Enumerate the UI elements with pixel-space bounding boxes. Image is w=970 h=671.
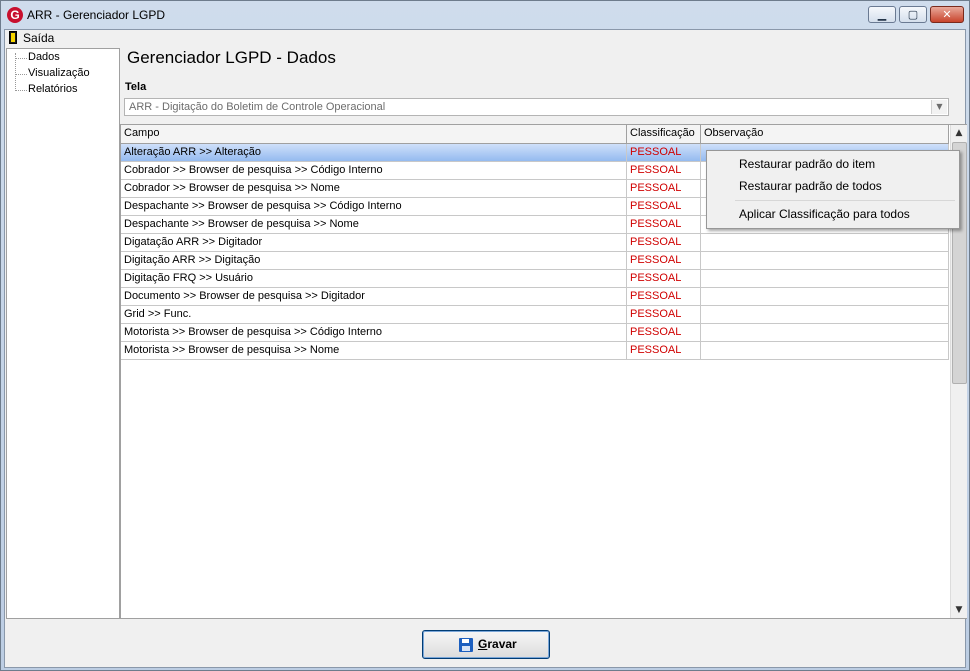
cell-classificacao[interactable]: PESSOAL [627, 180, 701, 198]
cell-campo[interactable]: Cobrador >> Browser de pesquisa >> Nome [121, 180, 627, 198]
maximize-button[interactable]: ▢ [899, 6, 927, 23]
table-row[interactable]: Digatação ARR >> Digitador PESSOAL [121, 234, 949, 252]
menu-exit-label: Saída [23, 31, 55, 45]
table-row[interactable]: Digitação ARR >> Digitação PESSOAL [121, 252, 949, 270]
cell-classificacao[interactable]: PESSOAL [627, 342, 701, 360]
cell-classificacao[interactable]: PESSOAL [627, 306, 701, 324]
cell-classificacao[interactable]: PESSOAL [627, 288, 701, 306]
tree-branch [15, 74, 27, 75]
sidebar-item-label: Visualização [28, 67, 90, 79]
minimize-button[interactable]: ▁ [868, 6, 896, 23]
table-row[interactable]: Motorista >> Browser de pesquisa >> Códi… [121, 324, 949, 342]
cell-campo[interactable]: Despachante >> Browser de pesquisa >> Có… [121, 198, 627, 216]
context-menu-separator [735, 200, 955, 201]
table-row[interactable]: Motorista >> Browser de pesquisa >> Nome… [121, 342, 949, 360]
cell-classificacao[interactable]: PESSOAL [627, 144, 701, 162]
table-row[interactable]: Digitação FRQ >> Usuário PESSOAL [121, 270, 949, 288]
tree-branch [15, 90, 27, 91]
cell-campo[interactable]: Motorista >> Browser de pesquisa >> Códi… [121, 324, 627, 342]
cell-campo[interactable]: Digitação ARR >> Digitação [121, 252, 627, 270]
app-logo-icon: G [7, 7, 23, 23]
context-menu-item-apply-all[interactable]: Aplicar Classificação para todos [739, 207, 910, 221]
grid-header: Campo Classificação Observação [121, 125, 949, 144]
page-title: Gerenciador LGPD - Dados [127, 48, 336, 67]
save-button[interactable]: Gravar [422, 630, 550, 659]
column-header-observacao[interactable]: Observação [701, 125, 949, 143]
cell-classificacao[interactable]: PESSOAL [627, 198, 701, 216]
cell-observacao[interactable] [701, 306, 949, 324]
context-menu-item-restore-item[interactable]: Restaurar padrão do item [739, 157, 875, 171]
cell-classificacao[interactable]: PESSOAL [627, 216, 701, 234]
context-menu: Restaurar padrão do item Restaurar padrã… [706, 150, 960, 229]
table-row[interactable]: Grid >> Func. PESSOAL [121, 306, 949, 324]
cell-observacao[interactable] [701, 270, 949, 288]
cell-observacao[interactable] [701, 252, 949, 270]
floppy-disk-icon [459, 638, 473, 652]
cell-observacao[interactable] [701, 234, 949, 252]
save-label-accelerator: G [478, 637, 488, 651]
close-button[interactable]: ✕ [930, 6, 964, 23]
cell-classificacao[interactable]: PESSOAL [627, 252, 701, 270]
window-title: ARR - Gerenciador LGPD [27, 8, 166, 22]
cell-campo[interactable]: Digitação FRQ >> Usuário [121, 270, 627, 288]
tela-select-value: ARR - Digitação do Boletim de Controle O… [129, 101, 386, 113]
cell-observacao[interactable] [701, 288, 949, 306]
column-header-campo[interactable]: Campo [121, 125, 627, 143]
cell-observacao[interactable] [701, 342, 949, 360]
menu-bar: Saída [5, 30, 965, 46]
cell-classificacao[interactable]: PESSOAL [627, 234, 701, 252]
client-area: Saída Dados Visualização Relatórios Gere… [4, 29, 967, 668]
cell-campo[interactable]: Alteração ARR >> Alteração [121, 144, 627, 162]
cell-campo[interactable]: Grid >> Func. [121, 306, 627, 324]
tree-branch [15, 58, 27, 59]
sidebar-item-label: Dados [28, 51, 60, 63]
cell-campo[interactable]: Despachante >> Browser de pesquisa >> No… [121, 216, 627, 234]
cell-campo[interactable]: Documento >> Browser de pesquisa >> Digi… [121, 288, 627, 306]
cell-classificacao[interactable]: PESSOAL [627, 162, 701, 180]
exit-door-icon [9, 31, 17, 44]
cell-campo[interactable]: Cobrador >> Browser de pesquisa >> Códig… [121, 162, 627, 180]
sidebar-item-label: Relatórios [28, 83, 78, 95]
cell-classificacao[interactable]: PESSOAL [627, 270, 701, 288]
tela-label: Tela [125, 81, 147, 93]
chevron-down-icon[interactable]: ▼ [931, 100, 947, 114]
table-row[interactable]: Documento >> Browser de pesquisa >> Digi… [121, 288, 949, 306]
save-button-label: Gravar [478, 637, 517, 651]
cell-classificacao[interactable]: PESSOAL [627, 324, 701, 342]
app-window: G ARR - Gerenciador LGPD ▁ ▢ ✕ Saída Dad… [0, 0, 970, 671]
navigation-tree: Dados Visualização Relatórios [6, 48, 120, 619]
cell-observacao[interactable] [701, 324, 949, 342]
scroll-down-icon[interactable]: ▼ [951, 602, 967, 618]
column-header-classificacao[interactable]: Classificação [627, 125, 701, 143]
scroll-up-icon[interactable]: ▲ [951, 125, 967, 141]
context-menu-item-restore-all[interactable]: Restaurar padrão de todos [739, 179, 882, 193]
tela-select[interactable]: ARR - Digitação do Boletim de Controle O… [124, 98, 949, 116]
save-label-rest: ravar [487, 637, 517, 651]
cell-campo[interactable]: Motorista >> Browser de pesquisa >> Nome [121, 342, 627, 360]
title-bar[interactable]: G ARR - Gerenciador LGPD ▁ ▢ ✕ [1, 1, 969, 29]
cell-campo[interactable]: Digatação ARR >> Digitador [121, 234, 627, 252]
